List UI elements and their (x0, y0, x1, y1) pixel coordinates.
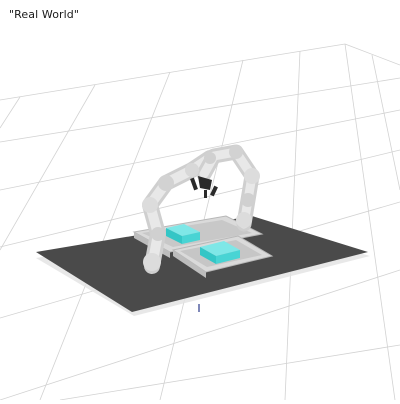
3d-scene-viewport[interactable]: "Real World" (0, 0, 400, 401)
scene-canvas (0, 43, 400, 401)
scene-title: "Real World" (9, 8, 80, 21)
